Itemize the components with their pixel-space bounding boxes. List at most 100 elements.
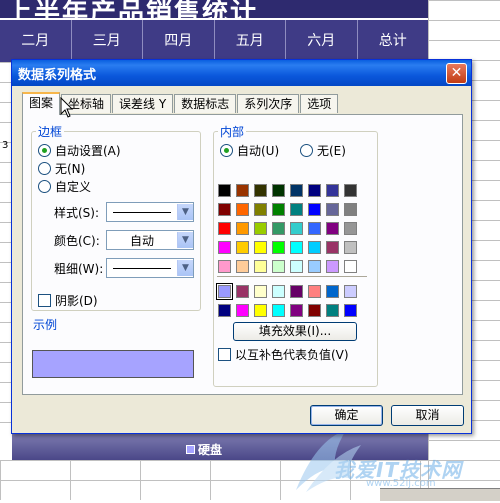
color-swatch[interactable] bbox=[272, 203, 285, 216]
color-swatch[interactable] bbox=[236, 260, 249, 273]
sample-preview bbox=[32, 350, 194, 378]
dialog-title-bar[interactable]: 数据系列格式 ✕ bbox=[12, 60, 471, 86]
shadow-label: 阴影(D) bbox=[55, 294, 98, 308]
color-swatch[interactable] bbox=[218, 222, 231, 235]
line-style-select[interactable]: ▼ bbox=[106, 202, 194, 222]
area-auto-radio[interactable]: 自动(U) bbox=[220, 142, 279, 159]
color-swatch[interactable] bbox=[272, 285, 285, 298]
color-swatch[interactable] bbox=[290, 222, 303, 235]
color-swatch[interactable] bbox=[236, 285, 249, 298]
tab-patterns[interactable]: 图案 bbox=[22, 92, 61, 115]
color-swatch[interactable] bbox=[290, 304, 303, 317]
color-swatch[interactable] bbox=[308, 184, 321, 197]
color-swatch[interactable] bbox=[308, 285, 321, 298]
month-header-cell[interactable]: 二月 bbox=[0, 20, 71, 62]
border-custom-radio[interactable]: 自定义 bbox=[38, 178, 91, 195]
radio-indicator bbox=[38, 162, 51, 175]
area-auto-label: 自动(U) bbox=[237, 144, 280, 158]
shadow-checkbox[interactable]: 阴影(D) bbox=[38, 292, 98, 309]
color-swatch[interactable] bbox=[326, 241, 339, 254]
color-swatch[interactable] bbox=[308, 241, 321, 254]
color-swatch[interactable] bbox=[308, 304, 321, 317]
color-swatch[interactable] bbox=[308, 203, 321, 216]
border-custom-label: 自定义 bbox=[55, 180, 92, 194]
tab-options[interactable]: 选项 bbox=[300, 94, 339, 113]
color-swatch[interactable] bbox=[290, 184, 303, 197]
border-auto-radio[interactable]: 自动设置(A) bbox=[38, 142, 121, 159]
color-swatch[interactable] bbox=[326, 203, 339, 216]
month-header-cell[interactable]: 三月 bbox=[70, 20, 143, 62]
color-swatch[interactable] bbox=[290, 285, 303, 298]
color-swatch[interactable] bbox=[254, 241, 267, 254]
line-style-preview bbox=[113, 211, 171, 213]
legend-swatch bbox=[186, 445, 195, 454]
line-color-select[interactable]: 自动 ▼ bbox=[106, 230, 194, 250]
color-swatch[interactable] bbox=[290, 203, 303, 216]
area-none-radio[interactable]: 无(E) bbox=[300, 142, 346, 159]
color-swatch[interactable] bbox=[344, 184, 357, 197]
color-swatch[interactable] bbox=[344, 285, 357, 298]
radio-indicator bbox=[220, 144, 233, 157]
color-swatch[interactable] bbox=[272, 241, 285, 254]
line-weight-preview bbox=[113, 267, 171, 269]
color-swatch[interactable] bbox=[254, 222, 267, 235]
color-swatch[interactable] bbox=[236, 304, 249, 317]
color-swatch[interactable] bbox=[344, 203, 357, 216]
color-swatch[interactable] bbox=[326, 222, 339, 235]
chevron-down-icon: ▼ bbox=[177, 260, 193, 276]
line-weight-select[interactable]: ▼ bbox=[106, 258, 194, 278]
color-swatch[interactable] bbox=[308, 222, 321, 235]
color-swatch[interactable] bbox=[272, 184, 285, 197]
color-swatch[interactable] bbox=[218, 184, 231, 197]
color-swatch[interactable] bbox=[254, 260, 267, 273]
color-swatch[interactable] bbox=[272, 304, 285, 317]
month-header-cell[interactable]: 四月 bbox=[142, 20, 214, 62]
area-none-label: 无(E) bbox=[317, 144, 346, 158]
border-none-radio[interactable]: 无(N) bbox=[38, 160, 85, 177]
color-swatch[interactable] bbox=[308, 260, 321, 273]
total-header-cell[interactable]: 总计 bbox=[356, 20, 429, 62]
month-header-cell[interactable]: 六月 bbox=[285, 20, 357, 62]
color-swatch[interactable] bbox=[254, 203, 267, 216]
color-swatch[interactable] bbox=[326, 260, 339, 273]
color-swatch[interactable] bbox=[344, 222, 357, 235]
color-swatch[interactable] bbox=[290, 241, 303, 254]
color-swatch[interactable] bbox=[290, 260, 303, 273]
color-swatch[interactable] bbox=[272, 260, 285, 273]
color-swatch[interactable] bbox=[326, 184, 339, 197]
color-swatch[interactable] bbox=[344, 260, 357, 273]
cancel-button[interactable]: 取消 bbox=[391, 405, 464, 426]
color-swatch[interactable] bbox=[218, 241, 231, 254]
color-swatch[interactable] bbox=[254, 304, 267, 317]
checkbox-box bbox=[218, 348, 231, 361]
tab-series-order[interactable]: 系列次序 bbox=[237, 94, 300, 113]
style-label: 样式(S): bbox=[54, 206, 100, 220]
color-swatch[interactable] bbox=[344, 304, 357, 317]
ok-button[interactable]: 确定 bbox=[310, 405, 383, 426]
color-swatch[interactable] bbox=[216, 283, 233, 300]
tab-data-labels[interactable]: 数据标志 bbox=[174, 94, 237, 113]
color-swatch[interactable] bbox=[218, 203, 231, 216]
chart-legend[interactable]: 硬盘 bbox=[186, 441, 222, 458]
color-swatch[interactable] bbox=[326, 304, 339, 317]
color-swatch[interactable] bbox=[218, 260, 231, 273]
color-swatch[interactable] bbox=[272, 222, 285, 235]
month-header-cell[interactable]: 五月 bbox=[213, 20, 286, 62]
close-button[interactable]: ✕ bbox=[446, 63, 467, 84]
color-swatch[interactable] bbox=[254, 285, 267, 298]
color-swatch[interactable] bbox=[236, 203, 249, 216]
color-swatch[interactable] bbox=[326, 285, 339, 298]
fill-effects-button[interactable]: 填充效果(I)... bbox=[233, 322, 357, 341]
invert-negative-checkbox[interactable]: 以互补色代表负值(V) bbox=[218, 346, 349, 363]
month-header-row: 二月 三月 四月 五月 六月 总计 bbox=[0, 20, 428, 62]
color-swatch[interactable] bbox=[218, 304, 231, 317]
radio-indicator bbox=[300, 144, 313, 157]
color-swatch[interactable] bbox=[236, 184, 249, 197]
border-group: 边框 自动设置(A) 无(N) 自定义 样式(S): ▼ 颜色(C): 自动 ▼… bbox=[31, 123, 201, 311]
color-swatch[interactable] bbox=[236, 222, 249, 235]
color-swatch[interactable] bbox=[254, 184, 267, 197]
invert-negative-label: 以互补色代表负值(V) bbox=[235, 348, 349, 362]
tab-y-error-bars[interactable]: 误差线 Y bbox=[112, 94, 174, 113]
color-swatch[interactable] bbox=[344, 241, 357, 254]
color-swatch[interactable] bbox=[236, 241, 249, 254]
